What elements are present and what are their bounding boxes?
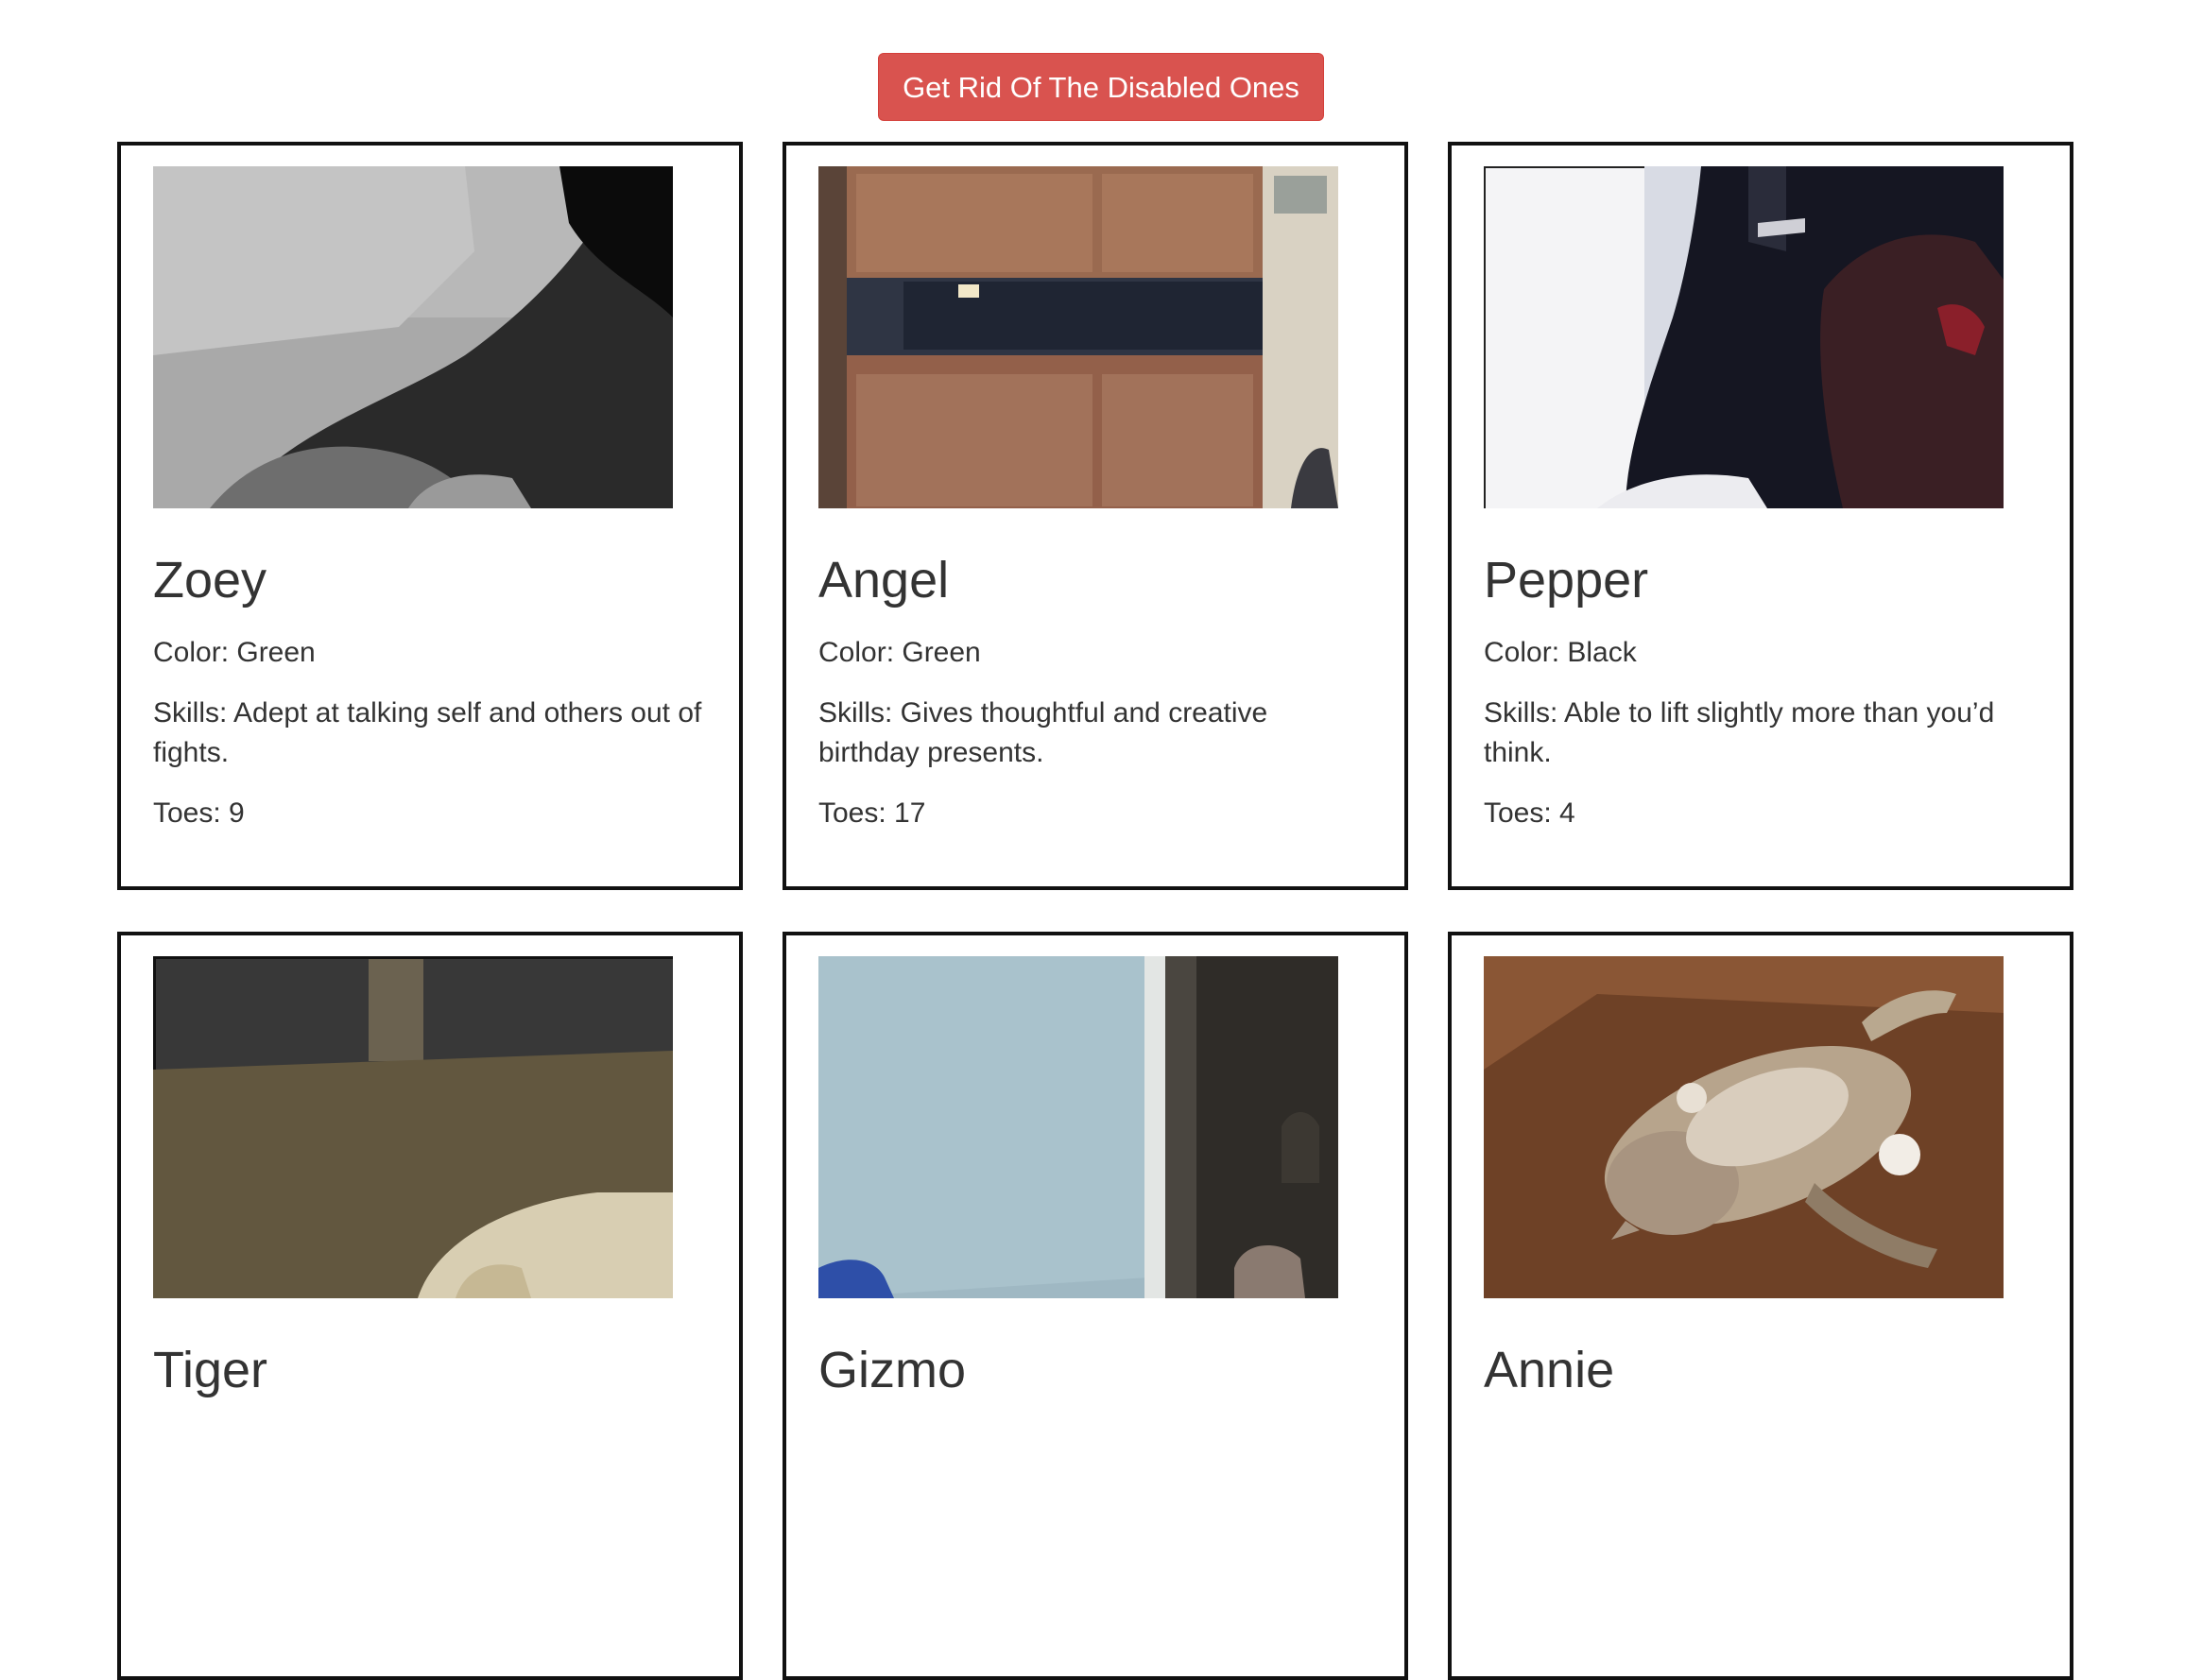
cat-name: Tiger — [153, 1342, 268, 1398]
cat-color: Color: Black — [1484, 637, 1637, 668]
cat-card: Angel Color: Green Skills: Gives thought… — [783, 142, 1408, 890]
cat-photo — [1484, 166, 2004, 508]
cat-skills: Skills: Able to lift slightly more than … — [1484, 697, 1995, 768]
cat-card: Zoey Color: Green Skills: Adept at talki… — [117, 142, 743, 890]
cat-color: Color: Green — [153, 637, 316, 668]
cat-toes: Toes: 4 — [1484, 797, 1575, 829]
cat-name: Annie — [1484, 1342, 1615, 1398]
cat-name: Gizmo — [818, 1342, 967, 1398]
toolbar: Get Rid Of The Disabled Ones — [0, 53, 2202, 121]
cat-photo — [818, 166, 1338, 508]
cat-name: Angel — [818, 552, 950, 609]
cat-card: Annie — [1448, 932, 2073, 1680]
cat-photo — [153, 166, 673, 508]
remove-disabled-button[interactable]: Get Rid Of The Disabled Ones — [878, 53, 1324, 121]
cat-name: Zoey — [153, 552, 267, 609]
cat-color: Color: Green — [818, 637, 981, 668]
cat-grid: Zoey Color: Green Skills: Adept at talki… — [117, 142, 2073, 1680]
cat-name: Pepper — [1484, 552, 1649, 609]
cat-skills: Skills: Gives thoughtful and creative bi… — [818, 697, 1268, 768]
cat-card: Gizmo — [783, 932, 1408, 1680]
cat-skills: Skills: Adept at talking self and others… — [153, 697, 702, 768]
cat-photo — [1484, 956, 2004, 1298]
cat-photo — [818, 956, 1338, 1298]
cat-photo — [153, 956, 673, 1298]
cat-toes: Toes: 9 — [153, 797, 245, 829]
cat-card: Tiger — [117, 932, 743, 1680]
cat-card: Pepper Color: Black Skills: Able to lift… — [1448, 142, 2073, 890]
cat-toes: Toes: 17 — [818, 797, 926, 829]
